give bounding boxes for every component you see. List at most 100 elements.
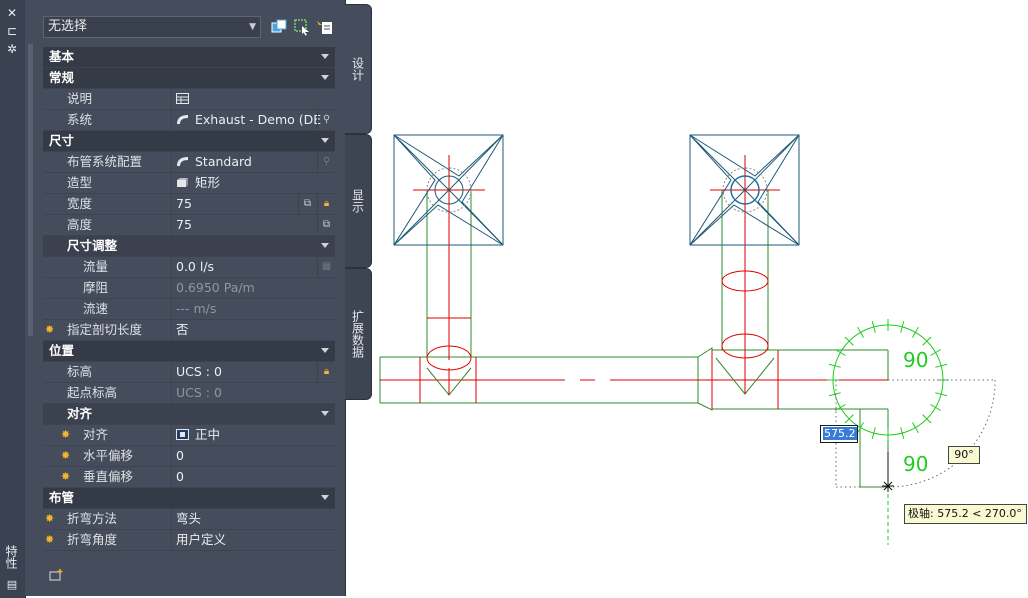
property-value: --- m/s: [171, 299, 335, 319]
property-name: 说明: [67, 91, 93, 106]
toggle-pickadd-icon[interactable]: [270, 18, 288, 36]
left-riser: [413, 155, 485, 396]
property-value: UCS : 0: [171, 383, 335, 403]
calculator-icon[interactable]: ▦: [317, 258, 335, 276]
property-value[interactable]: 0: [171, 467, 335, 487]
required-star-icon: ✸: [45, 512, 55, 525]
property-value[interactable]: 用户定义: [171, 530, 335, 550]
chevron-down-icon: [321, 75, 329, 80]
palette-scroll-indicator[interactable]: [28, 44, 33, 336]
link-icon[interactable]: ⧉: [317, 216, 335, 234]
category-dimensions[interactable]: 尺寸: [43, 131, 335, 152]
chevron-down-icon: [321, 411, 329, 416]
property-shape[interactable]: 造型 矩形: [43, 173, 335, 194]
selection-value: 无选择: [48, 19, 88, 34]
chevron-down-icon: [321, 243, 329, 248]
add-property-icon[interactable]: [49, 568, 65, 582]
property-height[interactable]: 高度 75 ⧉: [43, 215, 335, 236]
table-icon: [176, 93, 189, 104]
category-label: 位置: [49, 343, 75, 358]
property-name: 流速: [83, 301, 109, 316]
protractor-tick: [912, 326, 919, 338]
property-name: 垂直偏移: [83, 469, 134, 484]
settings-icon[interactable]: ✲: [5, 42, 19, 56]
property-bend-method[interactable]: ✸ 折弯方法 弯头: [43, 509, 335, 530]
property-value[interactable]: UCS : 0: [171, 362, 335, 382]
property-velocity: 流速 --- m/s: [43, 299, 335, 320]
property-flow[interactable]: 流量 0.0 l/s ▦: [43, 257, 335, 278]
required-star-icon: ✸: [45, 323, 55, 336]
link-icon[interactable]: ⧉: [298, 195, 316, 213]
tab-extended-data[interactable]: 扩展数据: [345, 268, 372, 400]
property-justify[interactable]: ✸ 对齐 正中: [43, 425, 335, 446]
required-star-icon: ✸: [61, 449, 71, 462]
property-value[interactable]: 矩形: [171, 173, 335, 193]
lock-icon[interactable]: 🔒︎: [317, 363, 335, 381]
property-value[interactable]: Exhaust - Demo (DE: [171, 110, 335, 130]
property-name: 摩阻: [83, 280, 109, 295]
justify-center-icon: [176, 429, 189, 440]
property-value[interactable]: 0.0 l/s: [171, 257, 335, 277]
property-elevation[interactable]: 标高 UCS : 0 🔒︎: [43, 362, 335, 383]
property-value[interactable]: Standard: [171, 152, 335, 172]
subcategory-sizing[interactable]: 尺寸调整: [43, 236, 335, 257]
protractor-tick: [930, 349, 942, 356]
category-label: 基本: [49, 49, 75, 64]
property-value[interactable]: 弯头: [171, 509, 335, 529]
property-name: 流量: [83, 259, 109, 274]
subcategory-alignment[interactable]: 对齐: [43, 404, 335, 425]
chevron-down-icon: [321, 348, 329, 353]
autohide-icon[interactable]: ⊏: [5, 24, 19, 38]
tab-display[interactable]: 显示: [345, 134, 372, 268]
property-friction: 摩阻 0.6950 Pa/m: [43, 278, 335, 299]
property-value[interactable]: 正中: [171, 425, 335, 445]
crosshair-cursor: [882, 480, 894, 492]
protractor-tick: [912, 422, 919, 434]
dynamic-input-field[interactable]: 575.2: [820, 425, 858, 443]
tab-design[interactable]: 设计: [345, 4, 372, 134]
property-cut-length[interactable]: ✸ 指定剖切长度 否: [43, 320, 335, 341]
property-value[interactable]: 否: [171, 320, 335, 340]
properties-palette: 无选择 ▼ 基本 常规 说明 系统 Exhaust - Demo (DE ⚲ 尺…: [25, 0, 346, 596]
quick-select-icon[interactable]: [316, 18, 334, 36]
property-value[interactable]: 75: [171, 215, 335, 235]
main-duct: [379, 347, 889, 488]
property-value[interactable]: 0: [171, 446, 335, 466]
category-location[interactable]: 位置: [43, 341, 335, 362]
chevron-down-icon: [321, 138, 329, 143]
search-icon[interactable]: ⚲: [317, 111, 335, 129]
search-icon[interactable]: ⚲: [317, 153, 335, 171]
property-grid: 基本 常规 说明 系统 Exhaust - Demo (DE ⚲ 尺寸 布管系统…: [43, 47, 335, 551]
property-value[interactable]: [171, 89, 335, 109]
property-description[interactable]: 说明: [43, 89, 335, 110]
lock-icon[interactable]: 🔒︎: [317, 195, 335, 213]
protractor-label: 90: [903, 452, 928, 476]
property-system[interactable]: 系统 Exhaust - Demo (DE ⚲: [43, 110, 335, 131]
property-value: 0.6950 Pa/m: [171, 278, 335, 298]
property-routing-preference[interactable]: 布管系统配置 Standard ⚲: [43, 152, 335, 173]
palette-menu-icon[interactable]: ▤: [5, 578, 19, 592]
rectangular-duct-icon: [177, 178, 188, 187]
category-basic[interactable]: 基本: [43, 47, 335, 68]
property-width[interactable]: 宽度 75 ⧉ 🔒︎: [43, 194, 335, 215]
required-star-icon: ✸: [61, 470, 71, 483]
protractor-tick: [834, 404, 846, 411]
property-horizontal-offset[interactable]: ✸ 水平偏移 0: [43, 446, 335, 467]
routing-preference-icon: [177, 157, 188, 166]
angle-tooltip: 90°: [948, 446, 980, 464]
property-vertical-offset[interactable]: ✸ 垂直偏移 0: [43, 467, 335, 488]
select-objects-icon[interactable]: [293, 18, 311, 36]
palette-title: 特性: [4, 545, 18, 569]
category-label: 尺寸调整: [67, 238, 118, 253]
selection-dropdown[interactable]: 无选择 ▼: [43, 16, 261, 38]
category-routing[interactable]: 布管: [43, 488, 335, 509]
close-icon[interactable]: ✕: [5, 6, 19, 20]
chevron-down-icon: ▼: [249, 22, 256, 32]
property-name: 系统: [67, 112, 93, 127]
dynamic-input-value[interactable]: 575.2: [823, 427, 857, 440]
property-start-elevation: 起点标高 UCS : 0: [43, 383, 335, 404]
category-label: 对齐: [67, 406, 93, 421]
category-general[interactable]: 常规: [43, 68, 335, 89]
property-name: 标高: [67, 364, 93, 379]
property-bend-angle[interactable]: ✸ 折弯角度 用户定义: [43, 530, 335, 551]
